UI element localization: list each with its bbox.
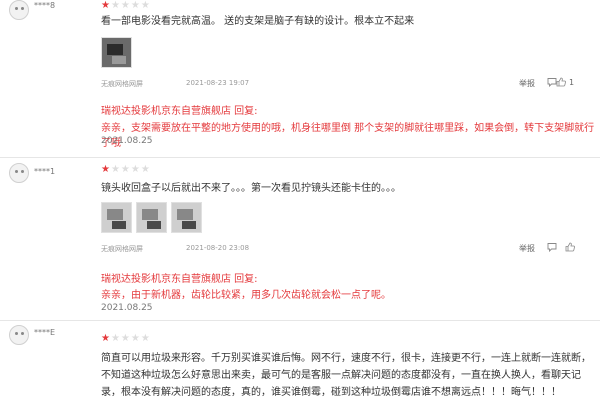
star-icon-filled: ★ — [101, 333, 111, 344]
comment-button[interactable] — [547, 242, 560, 252]
review-content: 镜头收回盒子以后就出不来了。。。第一次看见拧镜头还能卡住的。。。 — [101, 183, 401, 194]
seller-reply-title: 瑞视达投影机京东自营旗舰店 回复: — [101, 274, 258, 285]
review-item: ****8 ★★★★★ 看一部电影没看完就高温。 送的支架是脑子有缺的设计。根本… — [0, 0, 600, 157]
product-variant: 无痕网格网屏 — [101, 80, 143, 88]
star-icon-filled: ★ — [101, 0, 111, 11]
star-rating: ★★★★★ — [101, 334, 151, 344]
username: ****1 — [34, 167, 56, 176]
star-icon-empty: ★★★★ — [110, 164, 151, 175]
comment-bubble-icon — [547, 242, 557, 252]
star-rating: ★★★★★ — [101, 165, 151, 175]
thumbs-up-icon — [556, 77, 566, 87]
review-photos — [101, 37, 132, 68]
user-avatar[interactable] — [9, 0, 29, 20]
product-variant: 无痕网格网屏 — [101, 245, 143, 253]
review-content: 看一部电影没看完就高温。 送的支架是脑子有缺的设计。根本立不起来 — [101, 16, 415, 27]
seller-reply-date: 2021.08.25 — [101, 303, 153, 313]
star-rating: ★★★★★ — [101, 1, 151, 11]
like-button[interactable] — [565, 242, 578, 252]
thumbs-up-icon — [565, 242, 575, 252]
star-icon-empty: ★★★★ — [110, 333, 151, 344]
review-photo-thumbnail[interactable] — [136, 202, 167, 233]
user-avatar[interactable] — [9, 325, 29, 345]
review-photo-thumbnail[interactable] — [101, 202, 132, 233]
review-item: ****1 ★★★★★ 镜头收回盒子以后就出不来了。。。第一次看见拧镜头还能卡住… — [0, 163, 600, 317]
star-icon-empty: ★★★★ — [110, 0, 151, 11]
review-item: ****E ★★★★★ 简直可以用垃圾来形容。千万别买谁买谁后悔。网不行，速度不… — [0, 325, 600, 400]
review-photo-thumbnail[interactable] — [171, 202, 202, 233]
review-date: 2021-08-23 19:07 — [186, 79, 250, 87]
review-date: 2021-08-20 23:08 — [186, 244, 250, 252]
review-photo-thumbnail[interactable] — [101, 37, 132, 68]
review-divider — [0, 157, 600, 158]
seller-reply-date: 2021.08.25 — [101, 136, 153, 146]
star-icon-filled: ★ — [101, 164, 111, 175]
report-button[interactable]: 举报 — [519, 78, 535, 89]
like-button[interactable]: 1 — [556, 77, 574, 87]
seller-reply-content: 亲亲，由于新机器，齿轮比较紧，用多几次齿轮就会松一点了呢。 — [101, 290, 391, 301]
seller-reply-content: 亲亲，支架需要放在平整的地方使用的哦，机身往哪里倒 那个支架的脚就往哪里踩，如果… — [101, 123, 595, 149]
username: ****8 — [34, 1, 56, 10]
report-button[interactable]: 举报 — [519, 243, 535, 254]
review-divider — [0, 320, 600, 321]
review-photos — [101, 202, 202, 233]
review-content: 简直可以用垃圾来形容。千万别买谁买谁后悔。网不行，速度不行，很卡，连接更不行，一… — [101, 353, 591, 398]
user-avatar[interactable] — [9, 163, 29, 183]
like-count: 1 — [569, 77, 575, 87]
seller-reply-title: 瑞视达投影机京东自营旗舰店 回复: — [101, 106, 258, 117]
username: ****E — [34, 328, 56, 337]
